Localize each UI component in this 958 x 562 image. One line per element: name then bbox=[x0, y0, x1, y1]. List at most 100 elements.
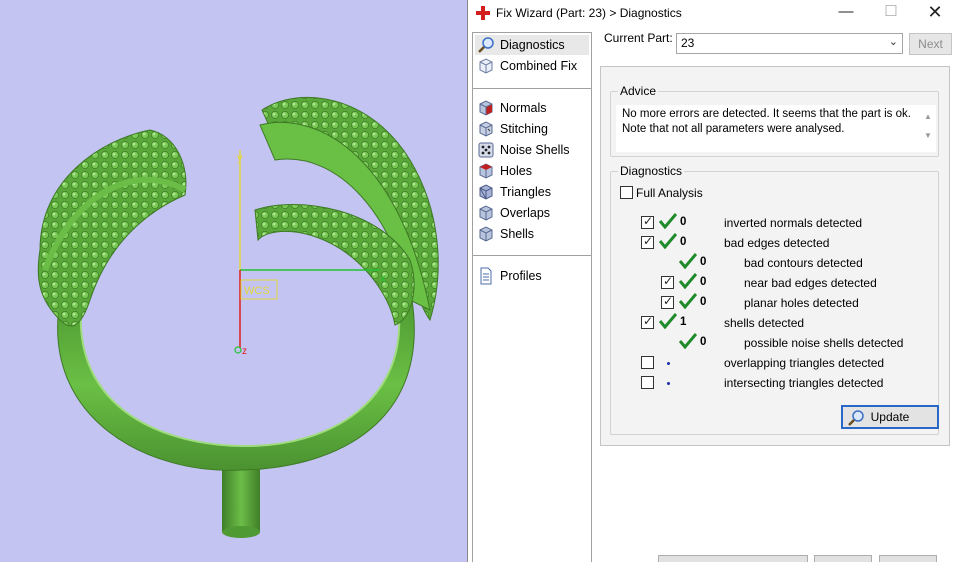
check-icon bbox=[659, 313, 677, 329]
check-icon bbox=[679, 253, 697, 269]
near-bad-edges-checkbox[interactable] bbox=[661, 274, 674, 289]
nav-label: Normals bbox=[500, 101, 547, 115]
cube-shell-icon bbox=[479, 226, 493, 242]
noise-shells-label: possible noise shells detected bbox=[744, 336, 904, 350]
nav-label: Triangles bbox=[500, 185, 551, 199]
nav-item-shells[interactable]: Shells bbox=[475, 224, 589, 244]
bottom-button[interactable] bbox=[879, 555, 937, 562]
cube-hole-icon bbox=[479, 163, 493, 179]
wcs-label: WCS bbox=[244, 285, 270, 297]
cube-stitch-icon bbox=[479, 121, 493, 137]
next-button[interactable]: Next bbox=[909, 33, 952, 55]
current-part-value: 23 bbox=[681, 36, 695, 50]
overlapping-triangles-checkbox[interactable] bbox=[641, 356, 654, 369]
3d-viewport[interactable]: y x z WCS bbox=[0, 0, 467, 562]
bad-contours-label: bad contours detected bbox=[744, 256, 863, 270]
maximize-button[interactable]: ☐ bbox=[868, 0, 914, 26]
current-part-select[interactable]: 23 ⌄ bbox=[676, 33, 903, 54]
diagnostics-panel: Advice No more errors are detected. It s… bbox=[600, 66, 950, 446]
shells-count: 1 bbox=[680, 316, 687, 328]
nav-label: Shells bbox=[500, 227, 535, 241]
magnifier-icon bbox=[848, 410, 864, 426]
intersecting-triangles-label: intersecting triangles detected bbox=[724, 376, 884, 390]
full-analysis-label: Full Analysis bbox=[636, 186, 703, 200]
bad-edges-label: bad edges detected bbox=[724, 236, 830, 250]
check-icon bbox=[659, 233, 677, 249]
check-icon bbox=[679, 333, 697, 349]
nav-item-triangles[interactable]: Triangles bbox=[475, 182, 589, 202]
fix-step-nav: Diagnostics Combined Fix Normals Stitchi… bbox=[472, 32, 592, 562]
cube-red-face-icon bbox=[479, 100, 493, 116]
full-analysis-checkbox[interactable] bbox=[620, 186, 633, 199]
nav-label: Noise Shells bbox=[500, 143, 570, 157]
shells-checkbox[interactable] bbox=[641, 314, 654, 329]
cube-overlap-icon bbox=[479, 205, 493, 221]
current-part-label: Current Part: bbox=[604, 31, 673, 45]
nav-item-profiles[interactable]: Profiles bbox=[475, 266, 589, 286]
noise-shells-count: 0 bbox=[700, 336, 707, 348]
nav-label: Combined Fix bbox=[500, 59, 578, 73]
inverted-normals-count: 0 bbox=[680, 216, 687, 228]
red-cross-icon bbox=[476, 6, 490, 20]
dice-icon bbox=[478, 142, 494, 158]
advice-scrollbar[interactable]: ▲ ▼ bbox=[922, 107, 934, 149]
bad-edges-count: 0 bbox=[680, 236, 687, 248]
nav-label: Profiles bbox=[500, 269, 542, 283]
check-icon bbox=[679, 293, 697, 309]
nav-item-overlaps[interactable]: Overlaps bbox=[475, 203, 589, 223]
nav-label: Diagnostics bbox=[500, 38, 565, 52]
advice-line: No more errors are detected. It seems th… bbox=[622, 108, 911, 120]
window-title: Fix Wizard (Part: 23) > Diagnostics bbox=[496, 6, 682, 20]
nav-label: Stitching bbox=[500, 122, 548, 136]
bad-edges-checkbox[interactable] bbox=[641, 234, 654, 249]
intersecting-triangles-checkbox[interactable] bbox=[641, 376, 654, 389]
cube-triangle-icon bbox=[479, 184, 493, 200]
advice-textbox[interactable]: No more errors are detected. It seems th… bbox=[616, 105, 936, 152]
title-bar[interactable]: Fix Wizard (Part: 23) > Diagnostics — ☐ … bbox=[468, 0, 958, 27]
bottom-button[interactable] bbox=[658, 555, 808, 562]
inverted-normals-checkbox[interactable] bbox=[641, 214, 654, 229]
planar-holes-checkbox[interactable] bbox=[661, 294, 674, 309]
nav-item-combined-fix[interactable]: Combined Fix bbox=[475, 56, 589, 76]
close-button[interactable]: ✕ bbox=[912, 0, 958, 26]
check-icon bbox=[659, 213, 677, 229]
minimize-button[interactable]: — bbox=[823, 0, 869, 26]
diagnostics-group: Diagnostics Full Analysis 0 inverted nor… bbox=[610, 164, 939, 435]
magnifier-icon bbox=[478, 37, 494, 53]
bad-contours-count: 0 bbox=[700, 256, 707, 268]
chevron-down-icon: ⌄ bbox=[888, 36, 898, 48]
axis-z-label: z bbox=[242, 346, 247, 357]
planar-holes-label: planar holes detected bbox=[744, 296, 859, 310]
nav-item-holes[interactable]: Holes bbox=[475, 161, 589, 181]
nav-item-normals[interactable]: Normals bbox=[475, 98, 589, 118]
pending-dot-icon bbox=[667, 362, 670, 365]
bottom-button[interactable] bbox=[814, 555, 872, 562]
nav-label: Holes bbox=[500, 164, 532, 178]
nav-divider bbox=[473, 255, 591, 256]
pending-dot-icon bbox=[667, 382, 670, 385]
axis-y-label: y bbox=[237, 152, 243, 164]
fix-wizard-dialog: Fix Wizard (Part: 23) > Diagnostics — ☐ … bbox=[467, 0, 958, 562]
near-bad-edges-label: near bad edges detected bbox=[744, 276, 877, 290]
shells-label: shells detected bbox=[724, 316, 805, 330]
near-bad-edges-count: 0 bbox=[700, 276, 707, 288]
diagnostics-title: Diagnostics bbox=[618, 164, 685, 178]
overlapping-triangles-label: overlapping triangles detected bbox=[724, 356, 885, 370]
advice-group: Advice No more errors are detected. It s… bbox=[610, 84, 939, 157]
update-button[interactable]: Update bbox=[841, 405, 939, 429]
update-label: Update bbox=[870, 410, 910, 424]
document-icon bbox=[480, 267, 492, 285]
nav-item-stitching[interactable]: Stitching bbox=[475, 119, 589, 139]
check-icon bbox=[679, 273, 697, 289]
nav-item-diagnostics[interactable]: Diagnostics bbox=[475, 35, 589, 55]
advice-line: Note that not all parameters were analys… bbox=[622, 123, 845, 135]
advice-title: Advice bbox=[618, 84, 659, 98]
ring-model: y x z WCS bbox=[37, 97, 439, 538]
cube-outline-icon bbox=[479, 58, 493, 74]
nav-divider bbox=[473, 88, 591, 89]
planar-holes-count: 0 bbox=[700, 296, 707, 308]
axis-x-label: x bbox=[380, 273, 386, 285]
nav-item-noise-shells[interactable]: Noise Shells bbox=[475, 140, 589, 160]
nav-label: Overlaps bbox=[500, 206, 551, 220]
inverted-normals-label: inverted normals detected bbox=[724, 216, 863, 230]
